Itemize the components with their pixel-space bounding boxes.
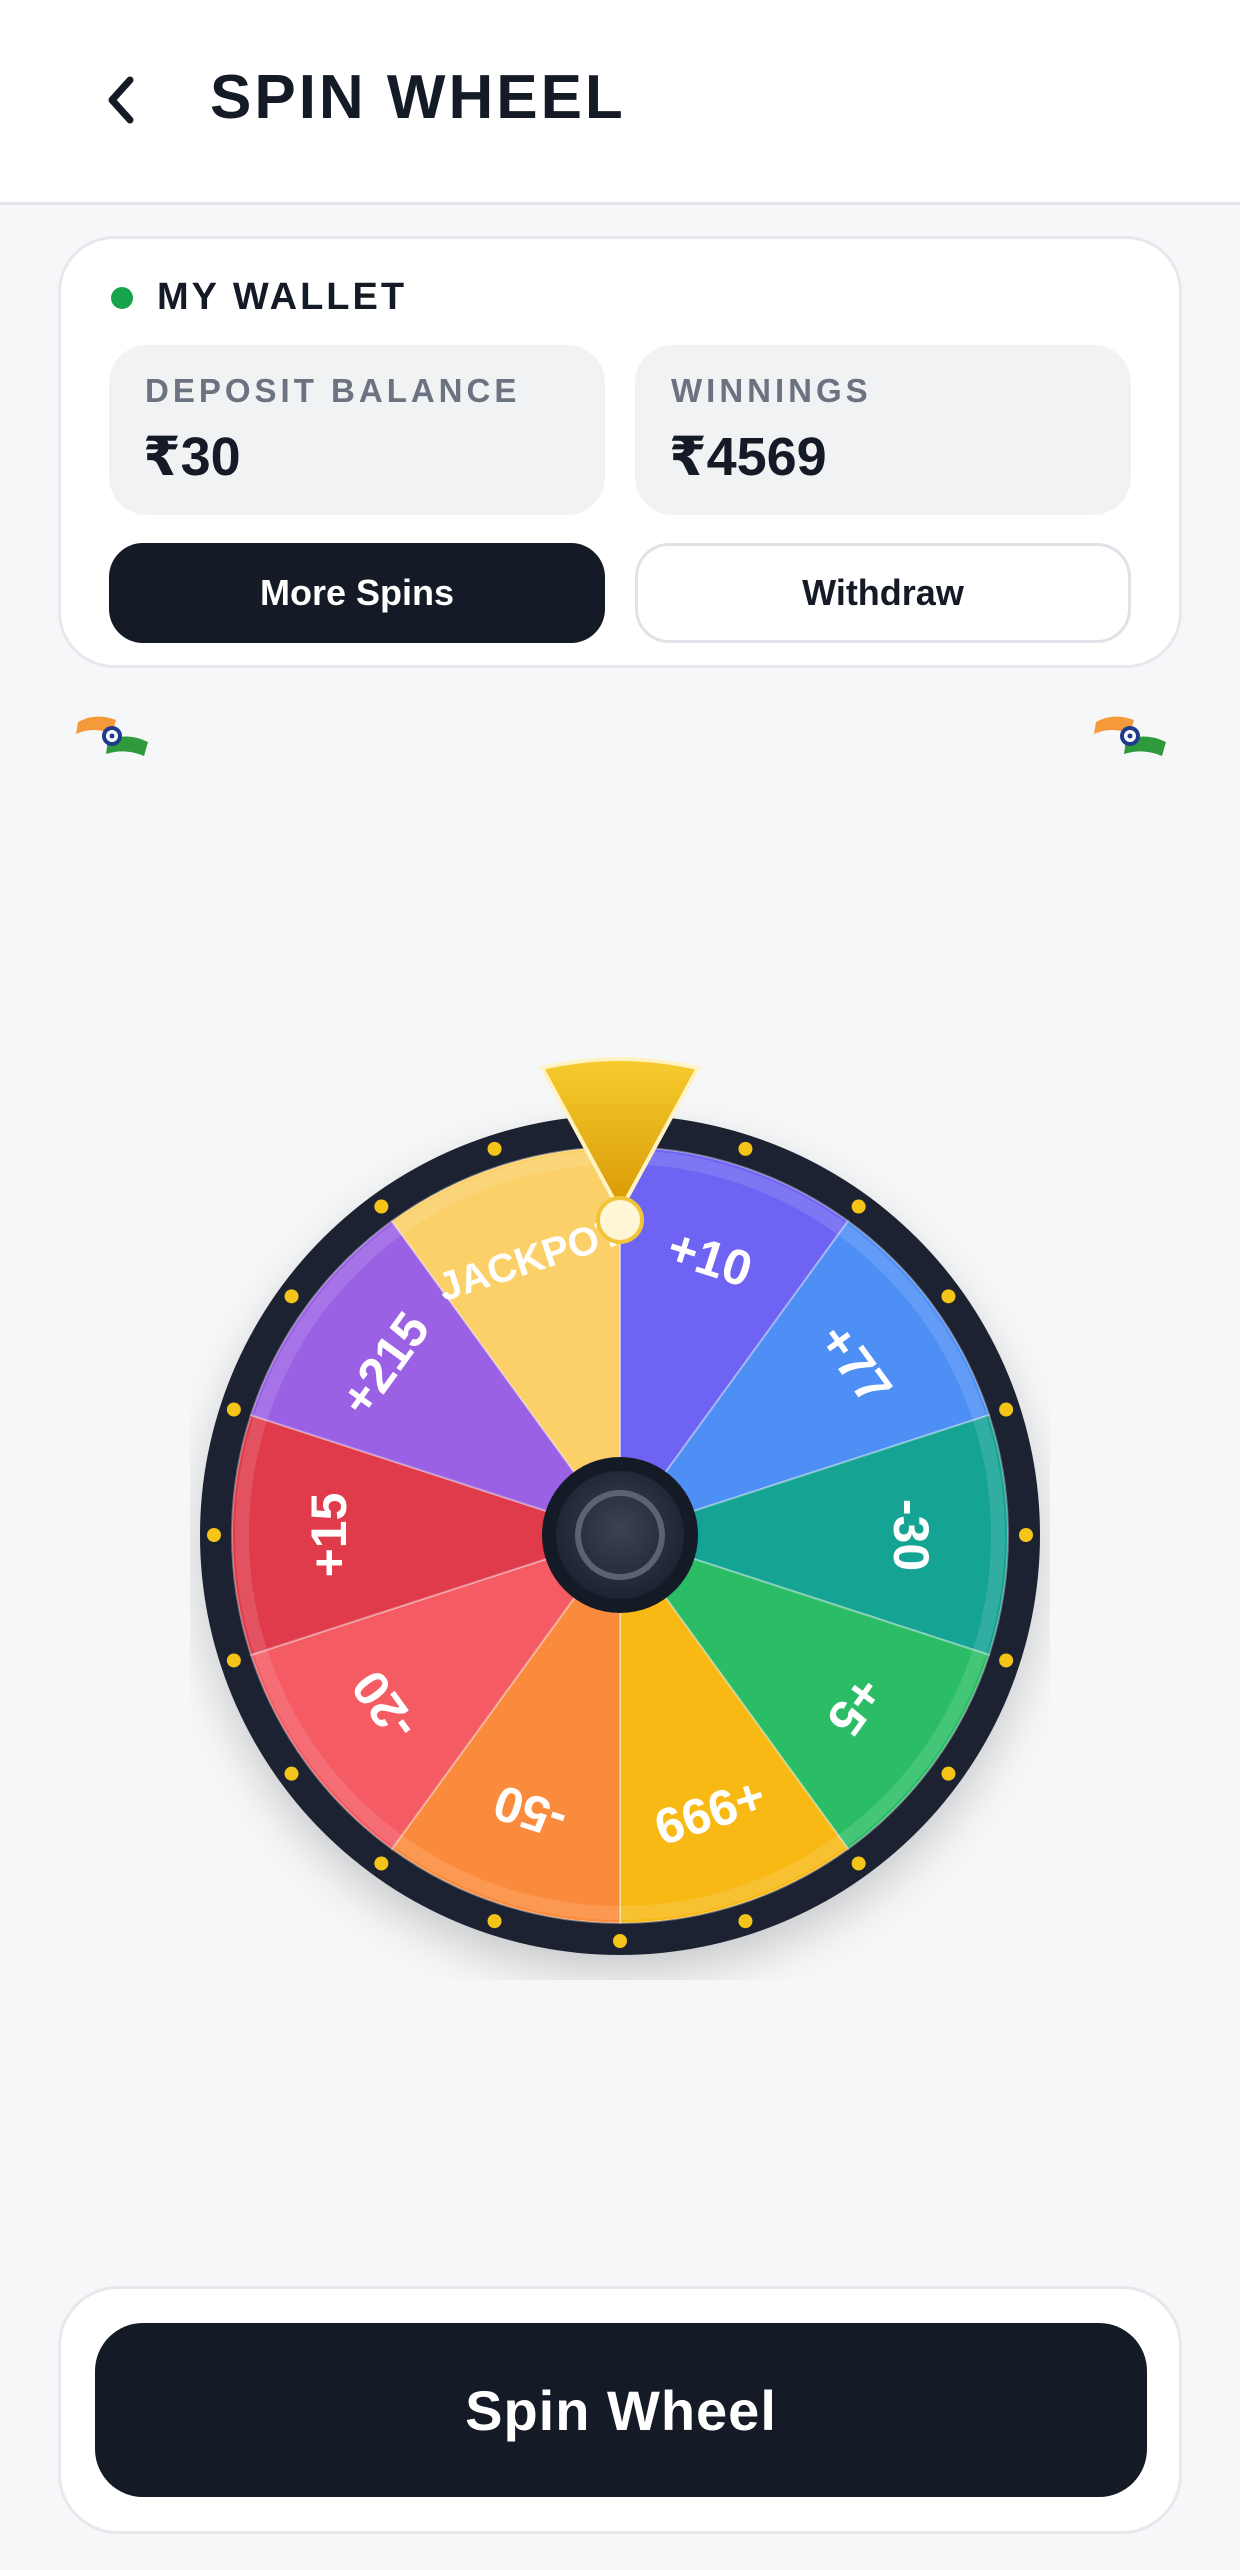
wheel-light-dot bbox=[738, 1141, 753, 1156]
wheel-light-dot bbox=[374, 1856, 389, 1871]
wheel-light-dot bbox=[999, 1402, 1014, 1417]
spin-wheel-button[interactable]: Spin Wheel bbox=[95, 2323, 1147, 2497]
spin-wheel-graphic: +10+77-30+5+999-50-20+15+215JACKPOT bbox=[200, 1057, 1040, 1955]
wheel-pointer-knob bbox=[596, 1196, 644, 1244]
more-spins-button[interactable]: More Spins bbox=[109, 543, 605, 643]
wheel-light-dot bbox=[487, 1914, 502, 1929]
wheel-light-dot bbox=[284, 1766, 299, 1781]
deposit-balance-label: DEPOSIT BALANCE bbox=[145, 372, 521, 409]
wheel-light-dot bbox=[941, 1289, 956, 1304]
wheel-light-dot bbox=[226, 1653, 241, 1668]
app-header: SPIN WHEEL bbox=[0, 0, 1240, 205]
wheel-light-dot bbox=[284, 1289, 299, 1304]
wheel-light-dot bbox=[487, 1141, 502, 1156]
wheel-light-dot bbox=[1019, 1528, 1033, 1542]
wheel-light-dot bbox=[226, 1402, 241, 1417]
deposit-balance-box: DEPOSIT BALANCE ₹30 bbox=[109, 345, 605, 515]
wheel-light-dot bbox=[738, 1914, 753, 1929]
spin-card: Spin Wheel bbox=[58, 2286, 1182, 2534]
chevron-left-icon bbox=[108, 76, 134, 124]
wheel-segment-label: +15 bbox=[301, 1493, 357, 1578]
wheel-light-dot bbox=[374, 1199, 389, 1214]
wheel-segment-label: -30 bbox=[883, 1499, 939, 1571]
wheel-light-dot bbox=[613, 1934, 627, 1948]
winnings-value: ₹4569 bbox=[669, 427, 827, 487]
withdraw-button[interactable]: Withdraw bbox=[635, 543, 1131, 643]
india-flag-icon bbox=[76, 716, 148, 756]
wheel-light-dot bbox=[207, 1528, 221, 1542]
india-flag-icon bbox=[1094, 716, 1166, 756]
winnings-label: WINNINGS bbox=[671, 372, 872, 409]
wheel-light-dot bbox=[941, 1766, 956, 1781]
wheel-light-dot bbox=[851, 1856, 866, 1871]
spin-wheel[interactable]: +10 +77 -30 +5 +999 -50 -20 +15 +215 JACKPOT bbox=[190, 1050, 1050, 1980]
wheel-light-dot bbox=[851, 1199, 866, 1214]
back-button[interactable] bbox=[90, 60, 160, 140]
page-title: SPIN WHEEL bbox=[210, 63, 626, 132]
wheel-light-dot bbox=[999, 1653, 1014, 1668]
winnings-box: WINNINGS ₹4569 bbox=[635, 345, 1131, 515]
wallet-card: MY WALLET DEPOSIT BALANCE ₹30 WINNINGS ₹… bbox=[58, 236, 1182, 668]
wallet-status-dot bbox=[111, 287, 133, 309]
wallet-title: MY WALLET bbox=[157, 276, 408, 318]
deposit-balance-value: ₹30 bbox=[143, 427, 241, 487]
